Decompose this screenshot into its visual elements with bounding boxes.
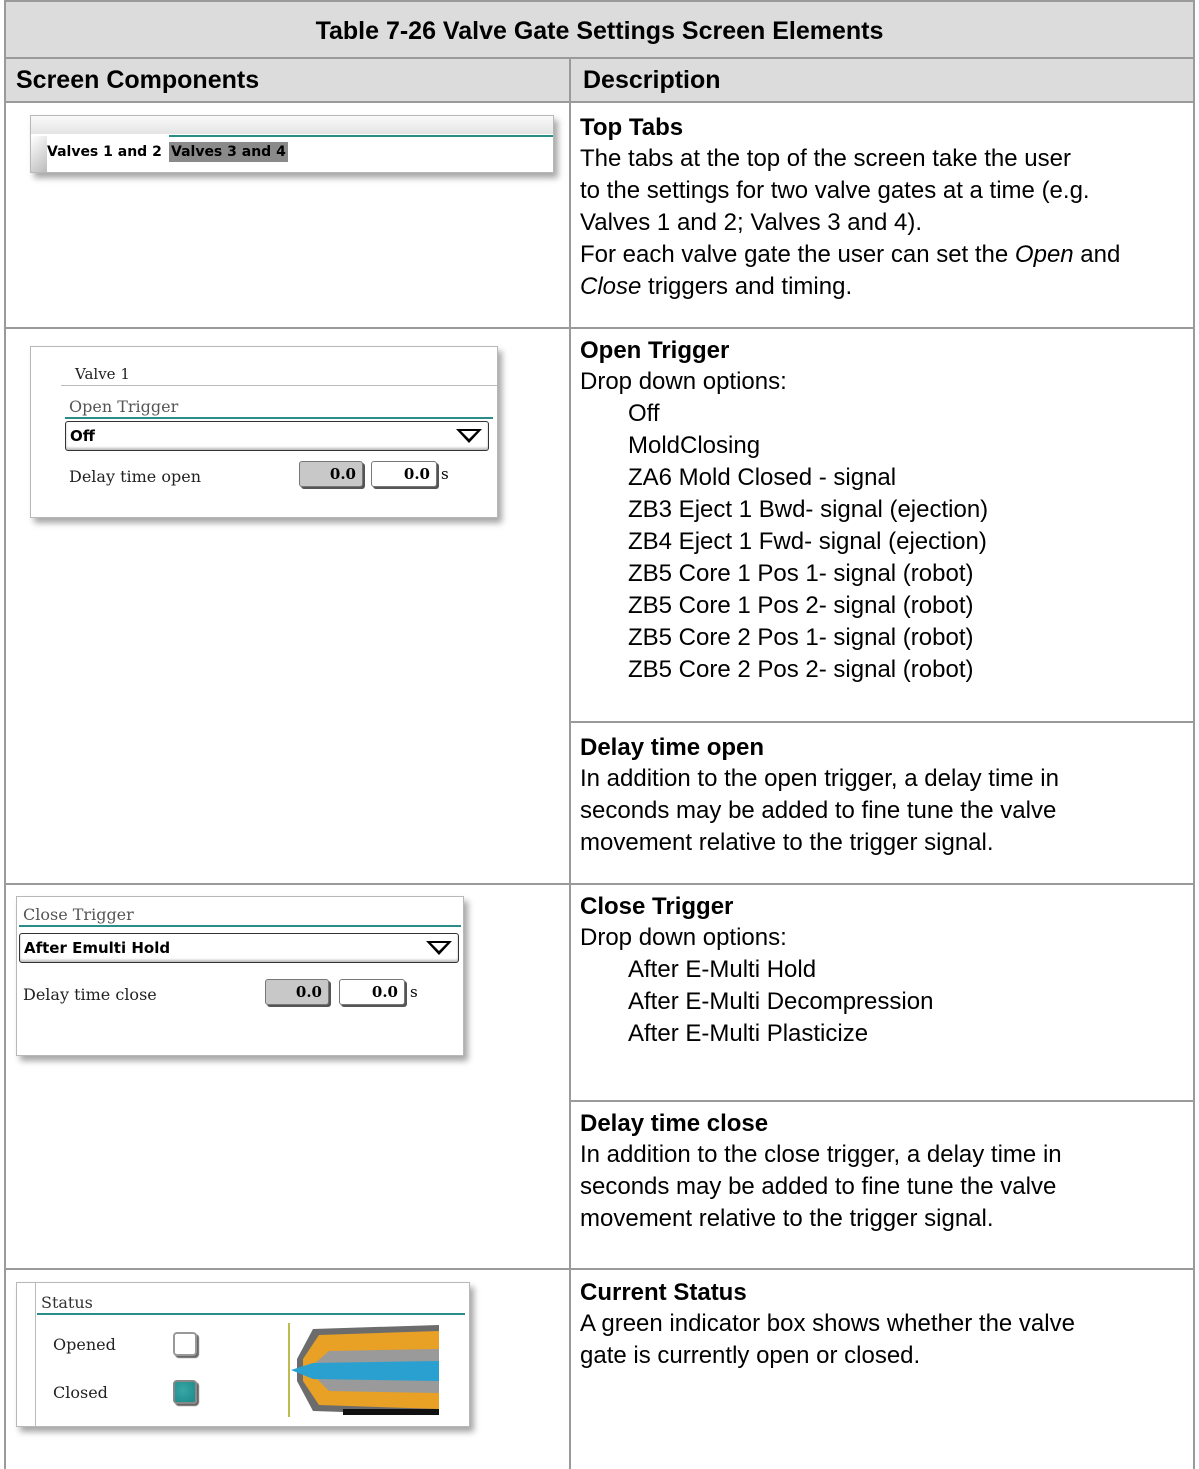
top-tabs-description: Top Tabs The tabs at the top of the scre… <box>580 113 1190 303</box>
desc-line: A green indicator box shows whether the … <box>580 1310 1075 1337</box>
tab-valves-3-4[interactable]: Valves 3 and 4 <box>169 142 288 162</box>
panel-edge <box>35 1283 36 1426</box>
open-trigger-dropdown[interactable]: Off <box>65 421 489 451</box>
valve-pin <box>291 1361 439 1381</box>
delay-close-actual: 0.0 <box>265 979 329 1005</box>
delay-open-heading: Delay time open <box>580 734 765 761</box>
section-rule <box>37 1313 465 1315</box>
close-trigger-screenshot: Close Trigger After Emulti Hold Delay ti… <box>16 896 464 1056</box>
tabs-screenshot: Valves 1 and 2 Valves 3 and 4 <box>30 115 554 173</box>
desc-line: seconds may be added to fine tune the va… <box>580 797 1057 824</box>
table-title: Table 7-26 Valve Gate Settings Screen El… <box>4 0 1195 59</box>
desc-line: Close triggers and timing. <box>580 271 1190 303</box>
delay-open-actual: 0.0 <box>299 461 363 487</box>
desc-line: In addition to the close trigger, a dela… <box>580 1141 1062 1168</box>
desc-italic: Open <box>1014 241 1074 268</box>
open-trigger-description: Open Trigger Drop down options: Off Mold… <box>580 336 1190 686</box>
option-item: After E-Multi Hold <box>628 956 817 983</box>
desc-line: In addition to the open trigger, a delay… <box>580 765 1059 792</box>
close-trigger-description: Close Trigger Drop down options: After E… <box>580 892 1190 1050</box>
dropdown-value: After Emulti Hold <box>24 939 171 957</box>
option-item: ZB5 Core 1 Pos 2- signal (robot) <box>628 592 974 619</box>
desc-italic: Close <box>580 273 642 300</box>
table-border-left <box>4 59 6 1469</box>
tab-corner <box>31 136 47 172</box>
chevron-down-icon <box>456 429 482 443</box>
option-item: ZB5 Core 2 Pos 1- signal (robot) <box>628 624 974 651</box>
desc-line: seconds may be added to fine tune the va… <box>580 1173 1057 1200</box>
nozzle-base <box>343 1409 439 1415</box>
unit-label: s <box>441 465 449 483</box>
option-item: After E-Multi Decompression <box>628 988 934 1015</box>
option-item: ZB5 Core 1 Pos 1- signal (robot) <box>628 560 974 587</box>
row-divider <box>569 1100 1195 1102</box>
valve-gate-graphic <box>288 1323 439 1417</box>
desc-line: movement relative to the trigger signal. <box>580 829 994 856</box>
desc-text: For each valve gate the user can set the <box>580 241 1015 268</box>
desc-line: Drop down options: <box>580 368 787 395</box>
valve-heading: Valve 1 <box>75 365 130 383</box>
section-rule <box>19 925 461 927</box>
close-trigger-dropdown[interactable]: After Emulti Hold <box>19 933 459 963</box>
column-header-description: Description <box>571 59 1195 103</box>
desc-line: Valves 1 and 2; Valves 3 and 4). <box>580 209 922 236</box>
opened-label: Opened <box>53 1335 116 1354</box>
close-trigger-label: Close Trigger <box>23 905 134 924</box>
tab-bar-rule <box>169 135 553 137</box>
column-header-components: Screen Components <box>4 59 571 103</box>
row-divider <box>4 883 1195 885</box>
valve-gate-table: Table 7-26 Valve Gate Settings Screen El… <box>0 0 1199 1469</box>
table-border-right <box>1193 59 1195 1469</box>
close-trigger-heading: Close Trigger <box>580 893 734 920</box>
option-item: MoldClosing <box>628 432 761 459</box>
tab-valves-1-2[interactable]: Valves 1 and 2 <box>47 142 162 162</box>
delay-open-input[interactable]: 0.0 <box>371 461 437 487</box>
closed-indicator <box>173 1380 197 1404</box>
option-item: ZA6 Mold Closed - signal <box>628 464 897 491</box>
desc-line: to the settings for two valve gates at a… <box>580 177 1090 204</box>
desc-line: gate is currently open or closed. <box>580 1342 921 1369</box>
desc-line: The tabs at the top of the screen take t… <box>580 145 1071 172</box>
option-item: ZB5 Core 2 Pos 2- signal (robot) <box>628 656 974 683</box>
open-trigger-label: Open Trigger <box>69 397 179 416</box>
desc-line: Drop down options: <box>580 924 787 951</box>
open-trigger-screenshot: Valve 1 Open Trigger Off Delay time open… <box>30 346 498 518</box>
delay-open-label: Delay time open <box>69 467 201 486</box>
heading-rule <box>61 385 497 386</box>
open-trigger-heading: Open Trigger <box>580 337 730 364</box>
row-divider <box>4 1268 1195 1270</box>
delay-close-heading: Delay time close <box>580 1110 769 1137</box>
column-divider <box>569 59 571 1469</box>
option-item: Off <box>628 400 660 427</box>
desc-line: movement relative to the trigger signal. <box>580 1205 994 1232</box>
top-tabs-heading: Top Tabs <box>580 114 684 141</box>
tab-bar-background <box>31 116 553 134</box>
status-screenshot: Status Opened Closed <box>16 1282 470 1427</box>
status-label: Status <box>41 1293 93 1312</box>
desc-text: and <box>1073 241 1121 268</box>
opened-indicator <box>173 1332 197 1356</box>
delay-close-description: Delay time close In addition to the clos… <box>580 1109 1190 1235</box>
delay-close-input[interactable]: 0.0 <box>339 979 405 1005</box>
closed-label: Closed <box>53 1383 108 1402</box>
row-divider <box>4 327 1195 329</box>
row-divider <box>569 721 1195 723</box>
desc-line: For each valve gate the user can set the… <box>580 239 1190 271</box>
current-status-description: Current Status A green indicator box sho… <box>580 1278 1190 1372</box>
option-item: After E-Multi Plasticize <box>628 1020 869 1047</box>
dropdown-value: Off <box>70 427 95 445</box>
option-item: ZB3 Eject 1 Bwd- signal (ejection) <box>628 496 989 523</box>
section-rule <box>65 417 493 419</box>
option-item: ZB4 Eject 1 Fwd- signal (ejection) <box>628 528 987 555</box>
chevron-down-icon <box>426 941 452 955</box>
delay-close-label: Delay time close <box>23 985 157 1004</box>
delay-open-description: Delay time open In addition to the open … <box>580 733 1190 859</box>
unit-label: s <box>410 983 418 1001</box>
desc-text: triggers and timing. <box>641 273 853 300</box>
current-status-heading: Current Status <box>580 1279 747 1306</box>
